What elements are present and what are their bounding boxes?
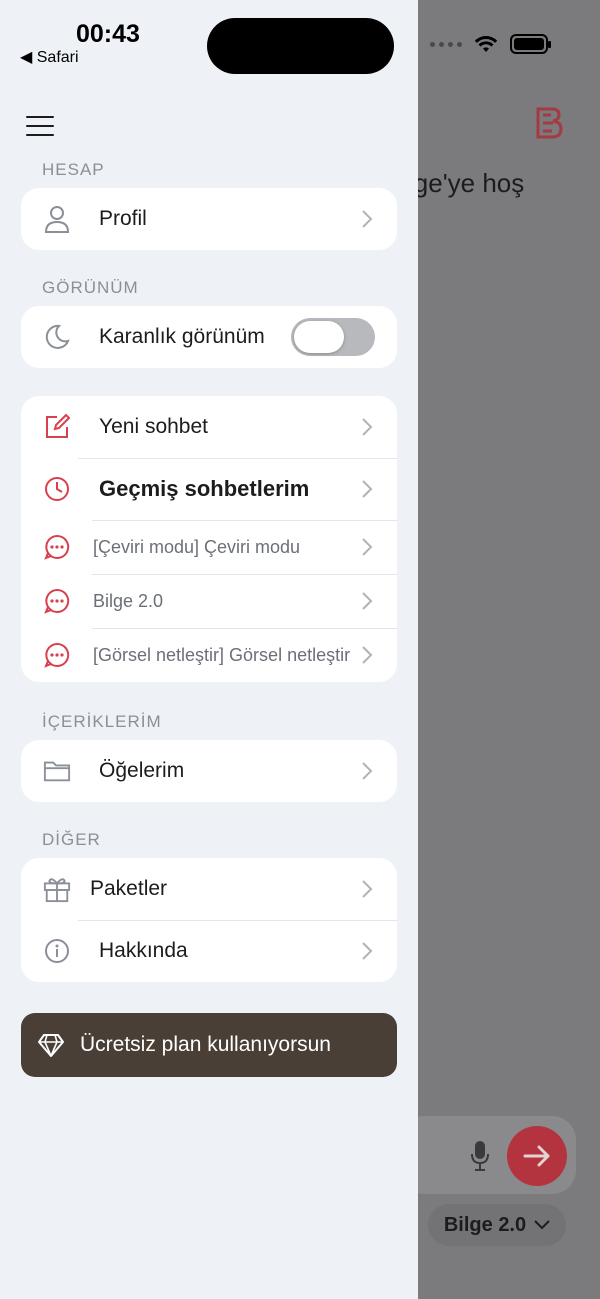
chevron-right-icon: [362, 762, 373, 780]
dark-mode-label: Karanlık görünüm: [99, 325, 265, 348]
new-chat-row[interactable]: Yeni sohbet: [21, 396, 397, 458]
chat-bubble-icon: [43, 641, 71, 669]
diamond-icon: [38, 1034, 64, 1057]
chevron-right-icon: [362, 880, 373, 898]
recent-chat-label: Bilge 2.0: [93, 590, 164, 611]
chevron-right-icon: [362, 538, 373, 556]
recent-chat-label: [Çeviri modu] Çeviri modu: [93, 536, 301, 557]
info-icon: [43, 937, 71, 965]
battery-icon: [510, 34, 551, 54]
chats-card: Yeni sohbet Geçmiş sohbetlerim [Çeviri m…: [21, 396, 397, 682]
recent-chat-item[interactable]: [Çeviri modu] Çeviri modu: [21, 520, 397, 574]
gift-icon: [43, 875, 71, 903]
recent-chat-item[interactable]: Bilge 2.0: [21, 574, 397, 628]
about-label: Hakkında: [99, 939, 188, 962]
content-card: Öğelerim: [21, 740, 397, 802]
divider: [78, 920, 397, 921]
chevron-down-icon: [534, 1220, 550, 1230]
folder-icon: [43, 757, 71, 785]
chat-bubble-icon: [43, 533, 71, 561]
packages-row[interactable]: Paketler: [21, 858, 397, 920]
recent-chat-item[interactable]: [Görsel netleştir] Görsel netleştir: [21, 628, 397, 682]
compose-icon: [43, 413, 71, 441]
history-row[interactable]: Geçmiş sohbetlerim: [21, 458, 397, 520]
divider: [92, 628, 397, 629]
welcome-text: lge'ye hoş: [408, 168, 525, 198]
section-title-account: HESAP: [42, 160, 105, 179]
appearance-card: Karanlık görünüm: [21, 306, 397, 368]
profile-label: Profil: [99, 207, 147, 230]
cellular-signal-icon: [430, 41, 462, 47]
section-title-content: İÇERİKLERİM: [42, 712, 162, 731]
user-icon: [43, 205, 71, 233]
dynamic-island: [207, 18, 394, 74]
microphone-icon[interactable]: [470, 1140, 490, 1172]
section-title-other: DİĞER: [42, 830, 101, 849]
recent-chat-label: [Görsel netleştir] Görsel netleştir: [93, 644, 351, 665]
chevron-right-icon: [362, 418, 373, 436]
bilge-logo-icon: [536, 107, 563, 139]
chevron-right-icon: [362, 942, 373, 960]
chevron-right-icon: [362, 646, 373, 664]
chevron-right-icon: [362, 480, 373, 498]
profile-row[interactable]: Profil: [21, 188, 397, 250]
divider: [78, 458, 397, 459]
divider: [92, 574, 397, 575]
about-row[interactable]: Hakkında: [21, 920, 397, 982]
menu-icon[interactable]: [26, 116, 54, 136]
history-label: Geçmiş sohbetlerim: [99, 476, 310, 501]
status-time: 00:43: [76, 20, 140, 48]
account-card: Profil: [21, 188, 397, 250]
section-title-appearance: GÖRÜNÜM: [42, 278, 139, 297]
items-label: Öğelerim: [99, 759, 185, 782]
new-chat-label: Yeni sohbet: [99, 415, 208, 438]
packages-label: Paketler: [90, 877, 168, 900]
model-selector[interactable]: Bilge 2.0: [428, 1204, 566, 1246]
model-selector-label: Bilge 2.0: [443, 1213, 527, 1236]
send-button[interactable]: [507, 1126, 567, 1186]
chevron-right-icon: [362, 210, 373, 228]
side-drawer: 00:43 ◀ Safari HESAP Profil GÖRÜNÜM Kara…: [0, 0, 418, 1299]
clock-icon: [43, 475, 71, 503]
back-to-safari[interactable]: ◀ Safari: [20, 47, 79, 67]
items-row[interactable]: Öğelerim: [21, 740, 397, 802]
free-plan-button[interactable]: Ücretsiz plan kullanıyorsun: [21, 1013, 397, 1077]
chat-bubble-icon: [43, 587, 71, 615]
moon-icon: [43, 323, 71, 351]
wifi-icon: [474, 36, 498, 52]
arrow-right-icon: [523, 1145, 550, 1167]
chevron-right-icon: [362, 592, 373, 610]
other-card: Paketler Hakkında: [21, 858, 397, 982]
dark-mode-toggle[interactable]: [291, 318, 375, 356]
free-plan-label: Ücretsiz plan kullanıyorsun: [80, 1033, 331, 1056]
divider: [92, 520, 397, 521]
status-indicators: [430, 34, 551, 54]
dark-mode-row: Karanlık görünüm: [21, 306, 397, 368]
